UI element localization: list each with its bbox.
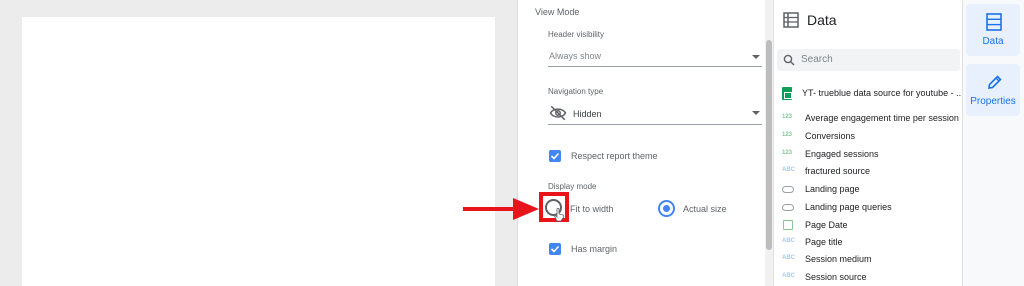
cursor-icon <box>554 208 565 222</box>
text-type-icon: ABC <box>782 167 795 173</box>
field-item[interactable]: 123 Conversions <box>782 129 960 145</box>
field-name: Conversions <box>805 131 856 141</box>
check-icon <box>550 245 560 253</box>
eye-off-icon <box>549 105 567 121</box>
field-name: Landing page queries <box>805 202 892 212</box>
properties-tab-label: Properties <box>970 96 1016 107</box>
field-name: Engaged sessions <box>805 149 879 159</box>
field-item[interactable]: 123 Engaged sessions <box>782 147 960 163</box>
navigation-type-value: Hidden <box>573 109 602 119</box>
field-item[interactable]: ABC Page title <box>782 235 960 251</box>
field-name: fractured source <box>805 166 871 176</box>
side-rail: Data Properties <box>962 0 1024 286</box>
text-type-icon: ABC <box>782 238 795 244</box>
data-panel: Data Search YT- trueblue data source for… <box>773 0 964 286</box>
field-item[interactable]: ABC Session medium <box>782 252 960 268</box>
field-item[interactable]: Landing page <box>782 182 960 198</box>
data-tab-button[interactable]: Data <box>966 4 1020 56</box>
field-item[interactable]: 123 Average engagement time per session <box>782 111 960 127</box>
properties-tab-button[interactable]: Properties <box>966 64 1020 116</box>
field-search-input[interactable]: Search <box>777 49 960 71</box>
navigation-type-label: Navigation type <box>548 87 604 96</box>
view-mode-settings-panel: View Mode Header visibility Always show … <box>517 0 773 286</box>
pencil-icon <box>988 75 1002 89</box>
text-type-icon: ABC <box>782 255 795 261</box>
report-page[interactable] <box>22 17 495 286</box>
fit-to-width-label: Fit to width <box>570 204 614 214</box>
data-source-item[interactable]: YT- trueblue data source for youtube - .… <box>780 86 964 102</box>
data-panel-title: Data <box>807 12 837 28</box>
field-name: Session source <box>805 272 867 282</box>
chevron-down-icon <box>752 55 760 59</box>
header-visibility-select[interactable]: Always show <box>548 47 762 67</box>
link-icon <box>782 204 794 211</box>
link-icon <box>782 186 794 193</box>
arrow-icon <box>463 198 539 220</box>
search-placeholder: Search <box>801 54 833 65</box>
calendar-icon <box>783 220 793 230</box>
field-name: Page title <box>805 237 843 247</box>
actual-size-label: Actual size <box>683 204 727 214</box>
settings-scrollbar-thumb[interactable] <box>766 40 772 250</box>
sheets-icon <box>782 87 792 100</box>
respect-theme-label: Respect report theme <box>571 151 658 161</box>
number-type-icon: 123 <box>782 132 793 138</box>
field-name: Average engagement time per session <box>805 113 959 123</box>
report-canvas <box>0 0 517 286</box>
number-type-icon: 123 <box>782 150 793 156</box>
respect-theme-checkbox[interactable] <box>549 150 561 162</box>
table-icon <box>986 13 1002 31</box>
header-visibility-value: Always show <box>549 51 602 61</box>
chevron-down-icon <box>752 111 760 115</box>
search-icon <box>783 54 795 66</box>
display-mode-label: Display mode <box>548 182 597 191</box>
data-source-name: YT- trueblue data source for youtube - .… <box>802 88 964 98</box>
field-item[interactable]: ABC fractured source <box>782 164 960 180</box>
actual-size-radio[interactable] <box>658 200 675 217</box>
data-tab-label: Data <box>982 36 1004 47</box>
text-type-icon: ABC <box>782 273 795 279</box>
table-icon <box>783 12 799 28</box>
navigation-type-select[interactable]: Hidden <box>548 103 762 125</box>
number-type-icon: 123 <box>782 114 793 120</box>
field-name: Session medium <box>805 254 872 264</box>
has-margin-label: Has margin <box>571 244 618 254</box>
field-item[interactable]: Landing page queries <box>782 200 960 216</box>
check-icon <box>550 152 560 160</box>
has-margin-checkbox[interactable] <box>549 243 561 255</box>
field-item[interactable]: Page Date <box>782 218 960 234</box>
header-visibility-label: Header visibility <box>548 30 605 39</box>
section-title: View Mode <box>535 7 580 17</box>
field-name: Page Date <box>805 220 848 230</box>
field-item[interactable]: ABC Session source <box>782 270 960 286</box>
field-name: Landing page <box>805 184 860 194</box>
